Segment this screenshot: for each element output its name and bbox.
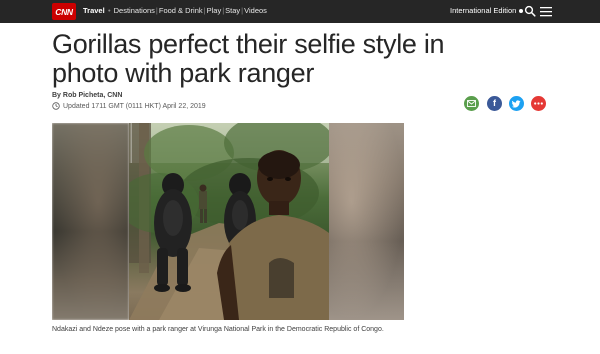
top-nav-bar: CNN Travel • Destinations | Food & Drink… — [0, 0, 600, 23]
nav-section-travel[interactable]: Travel — [83, 6, 105, 15]
facebook-icon: f — [493, 98, 496, 108]
edition-dot-icon — [519, 9, 524, 14]
article-photo-gallery[interactable] — [52, 123, 404, 320]
nav-links: • Destinations | Food & Drink | Play | S… — [105, 6, 267, 15]
updated-timestamp: Updated 1711 GMT (0111 HKT) April 22, 20… — [63, 102, 206, 110]
twitter-icon — [512, 99, 521, 108]
nav-link-stay[interactable]: Stay — [225, 6, 240, 15]
edition-selector[interactable]: International Edition — [450, 6, 524, 15]
photo-credit-watermark — [130, 123, 132, 163]
cnn-logo[interactable]: CNN — [52, 3, 76, 20]
search-icon[interactable] — [524, 5, 536, 17]
nav-separator: | — [155, 6, 158, 15]
share-more-button[interactable] — [531, 96, 546, 111]
photo-caption: Ndakazi and Ndeze pose with a park range… — [52, 326, 384, 333]
nav-link-food-drink[interactable]: Food & Drink — [159, 6, 203, 15]
share-email-button[interactable] — [464, 96, 479, 111]
nav-separator: | — [241, 6, 244, 15]
article-byline[interactable]: By Rob Picheta, CNN — [52, 92, 122, 99]
share-twitter-button[interactable] — [509, 96, 524, 111]
nav-separator: | — [203, 6, 206, 15]
article-updated: Updated 1711 GMT (0111 HKT) April 22, 20… — [52, 102, 206, 110]
photo-illustration — [129, 123, 329, 320]
gorilla-selfie-photo — [129, 123, 329, 320]
photo-blur-right — [329, 123, 404, 320]
clock-icon — [52, 102, 60, 110]
nav-link-play[interactable]: Play — [207, 6, 222, 15]
article-headline: Gorillas perfect their selfie style in p… — [52, 29, 445, 88]
cnn-logo-text: CNN — [55, 6, 73, 17]
nav-link-videos[interactable]: Videos — [244, 6, 267, 15]
email-icon — [467, 100, 476, 107]
hamburger-menu-icon[interactable] — [540, 6, 552, 17]
nav-link-destinations[interactable]: Destinations — [114, 6, 155, 15]
nav-separator: | — [222, 6, 225, 15]
photo-blur-left — [52, 123, 129, 320]
share-facebook-button[interactable]: f — [487, 96, 502, 111]
more-icon — [534, 102, 543, 105]
edition-label: International Edition — [450, 6, 517, 15]
nav-divider-dot: • — [108, 6, 111, 15]
